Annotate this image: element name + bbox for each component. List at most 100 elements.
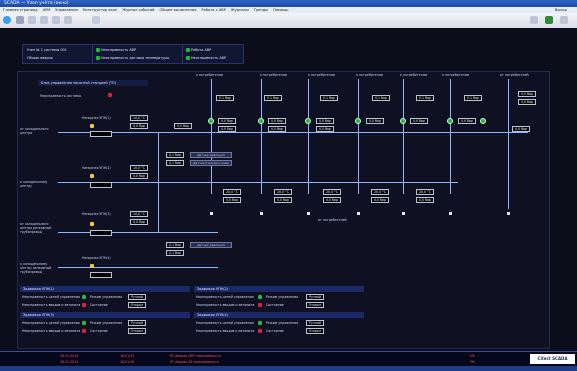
pump-input[interactable] <box>90 272 112 278</box>
row-label: Неисправность вводов и автомата <box>22 329 81 333</box>
sensor-button[interactable]: Датчик давления <box>190 152 232 158</box>
fault-indicator <box>258 303 262 307</box>
consumer-label: к потребителям <box>356 73 384 77</box>
row-value: Ручной <box>128 320 146 326</box>
temp-value: 20,0 °C <box>371 189 389 195</box>
pump-input[interactable] <box>90 230 112 236</box>
pipe <box>158 132 159 232</box>
row-label: Неисправность вводов и автомата <box>196 303 255 307</box>
valve-icon[interactable] <box>208 118 214 124</box>
temp-value: 20,0 °C <box>416 189 434 195</box>
pump-value: 0,0 бар <box>130 123 148 129</box>
from-consumers-label: от потребителей <box>318 218 347 222</box>
ok-indicator <box>258 295 262 299</box>
fault-indicator <box>82 329 86 333</box>
valve-icon[interactable] <box>355 118 361 124</box>
row-label: Режим управления <box>90 295 123 299</box>
temp-value: 20,0 °C <box>223 189 241 195</box>
pump-value: 0,0 бар <box>130 219 148 225</box>
settings-icon[interactable] <box>64 16 72 24</box>
pump-title: Напорная УПН(4) <box>82 256 111 260</box>
pipe <box>58 182 458 183</box>
pipe <box>261 79 262 194</box>
pressure-value: 5,0 бар <box>518 99 536 105</box>
std-value: 0,1 бар <box>166 250 184 256</box>
ok-indicator <box>258 321 262 325</box>
pump-icon[interactable] <box>90 174 94 178</box>
section-head: Задвижка УПН(4) <box>194 312 364 318</box>
row-label: Состояние <box>266 303 284 307</box>
header-panel-a: Узел № 1 системы 001 Общая авария <box>22 44 94 64</box>
pipe <box>58 132 528 133</box>
pressure-value: 0,1 бар <box>216 95 234 101</box>
header-panel-c: Работа АВР Неисправность АВР <box>182 44 244 64</box>
fault-indicator <box>108 93 112 97</box>
pipe <box>211 79 212 194</box>
pressure-value: 0,0 бар <box>410 118 428 124</box>
line-label: от холодильного центра <box>20 127 49 135</box>
pump-value: 0,0 бар <box>130 173 148 179</box>
pump-title: Напорная УПН(1) <box>82 116 111 120</box>
ok-indicator <box>186 56 190 60</box>
home-icon[interactable] <box>3 16 11 24</box>
row-value: Открыт <box>128 302 146 308</box>
alarm-text[interactable]: PC Авария AS неисправность <box>170 359 219 365</box>
page-icon[interactable] <box>28 16 36 24</box>
pressure-value: 0,1 бар <box>372 95 390 101</box>
status-tag: Неисправность АВР <box>95 47 136 53</box>
sensor-icon <box>260 212 263 215</box>
pipe <box>358 79 359 194</box>
ok-indicator <box>96 56 100 60</box>
pump-value: 0,0 бар <box>174 123 192 129</box>
sensor-button[interactable]: Датчик давления <box>190 242 232 248</box>
window-title: SCADA — Узел учёта (окно) <box>0 0 577 7</box>
pressure-value: 0,1 бар <box>464 95 482 101</box>
row-label: Режим управления <box>90 321 123 325</box>
alarm-state: ОК <box>470 360 475 364</box>
sensor-icon <box>449 212 452 215</box>
std-value: 0,1 бар <box>166 242 184 248</box>
pressure-value: 0,1 бар <box>416 95 434 101</box>
tool-icon[interactable] <box>530 16 538 24</box>
consumer-label: к потребителям <box>400 73 428 77</box>
pump-icon[interactable] <box>90 124 94 128</box>
consumer-label: от потребителей <box>500 73 529 77</box>
std-value: 0,1 бар <box>166 160 184 166</box>
pump-input[interactable] <box>90 182 112 188</box>
row-label: Неисправность вводов и автомата <box>22 303 81 307</box>
temp-value: 20,0 °C <box>274 189 292 195</box>
valve-icon[interactable] <box>480 118 486 124</box>
toolbar <box>0 13 577 28</box>
back-icon[interactable] <box>16 16 24 24</box>
valve-icon[interactable] <box>258 118 264 124</box>
alarm-time: 18:01:46 <box>120 360 135 364</box>
fault-indicator <box>258 329 262 333</box>
pipe <box>58 267 218 268</box>
pump-input[interactable] <box>90 131 112 137</box>
user-icon[interactable] <box>545 16 553 24</box>
alarm-strip: 26.01.2014 18:01:41 PC Авария АВР неиспр… <box>0 351 577 367</box>
pump-value: 10,0 °C <box>130 211 148 217</box>
print-icon[interactable] <box>92 16 100 24</box>
status-tag: Неисправность АВР <box>185 55 226 61</box>
consumer-label: к потребителям <box>442 73 470 77</box>
help-icon[interactable] <box>560 16 568 24</box>
ok-indicator <box>82 295 86 299</box>
row-value: Ручной <box>306 320 324 326</box>
temp-value: 0,0 бар <box>323 197 341 203</box>
taskbar <box>0 366 577 371</box>
header-label: Узел № 1 системы 001 <box>27 48 67 52</box>
row-value: Открыт <box>306 302 324 308</box>
row-label: Неисправность цепей управления <box>22 295 80 299</box>
std-value: 0,1 бар <box>166 152 184 158</box>
page-icon[interactable] <box>40 16 48 24</box>
line-label: к холодильному центру <box>20 180 48 188</box>
valve-icon[interactable] <box>447 118 453 124</box>
sensor-button[interactable]: Датчик Р входа и хода <box>190 160 232 166</box>
valve-icon[interactable] <box>305 118 311 124</box>
page-icon[interactable] <box>52 16 60 24</box>
valve-icon[interactable] <box>400 118 406 124</box>
pump-icon[interactable] <box>90 264 94 268</box>
row-label: Неисправность цепей управления <box>196 295 254 299</box>
pump-icon[interactable] <box>90 222 94 226</box>
